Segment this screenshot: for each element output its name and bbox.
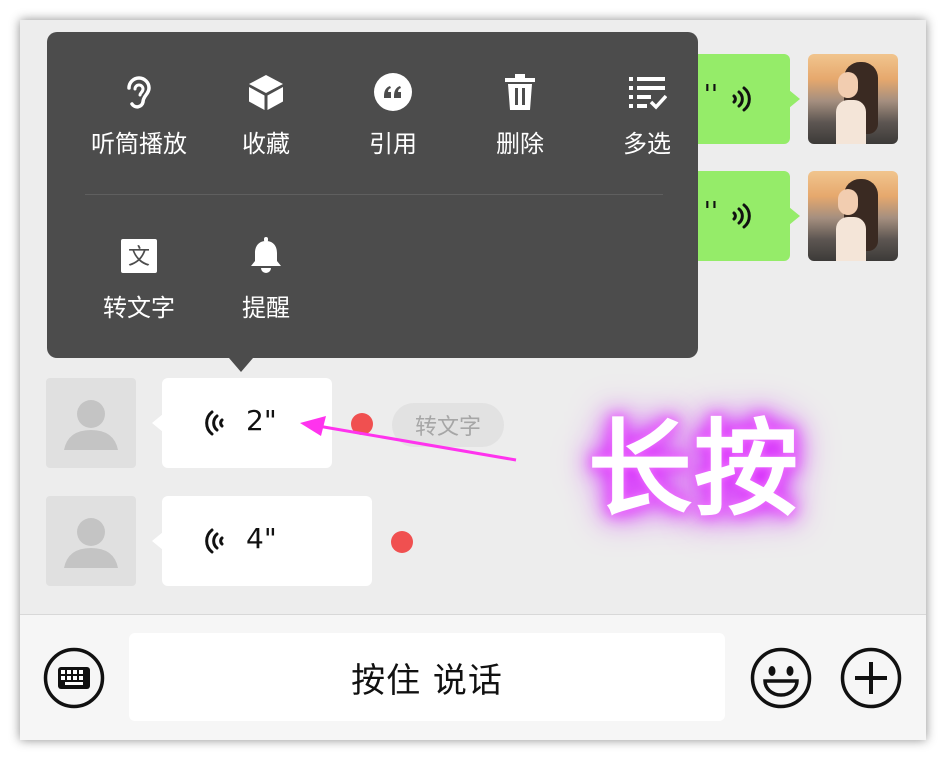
- input-bar: 按住 说话: [20, 614, 926, 740]
- annotation-long-press-label: 长按: [588, 408, 801, 530]
- keyboard-icon[interactable]: [43, 647, 105, 709]
- emoji-icon[interactable]: [750, 647, 812, 709]
- plus-icon[interactable]: [840, 647, 902, 709]
- chat-window: '' '' 2" 转文字 4" 听筒播放 收藏 引用 删除 多选 文 转文字 提…: [20, 20, 926, 740]
- hold-to-talk-button[interactable]: 按住 说话: [129, 633, 725, 721]
